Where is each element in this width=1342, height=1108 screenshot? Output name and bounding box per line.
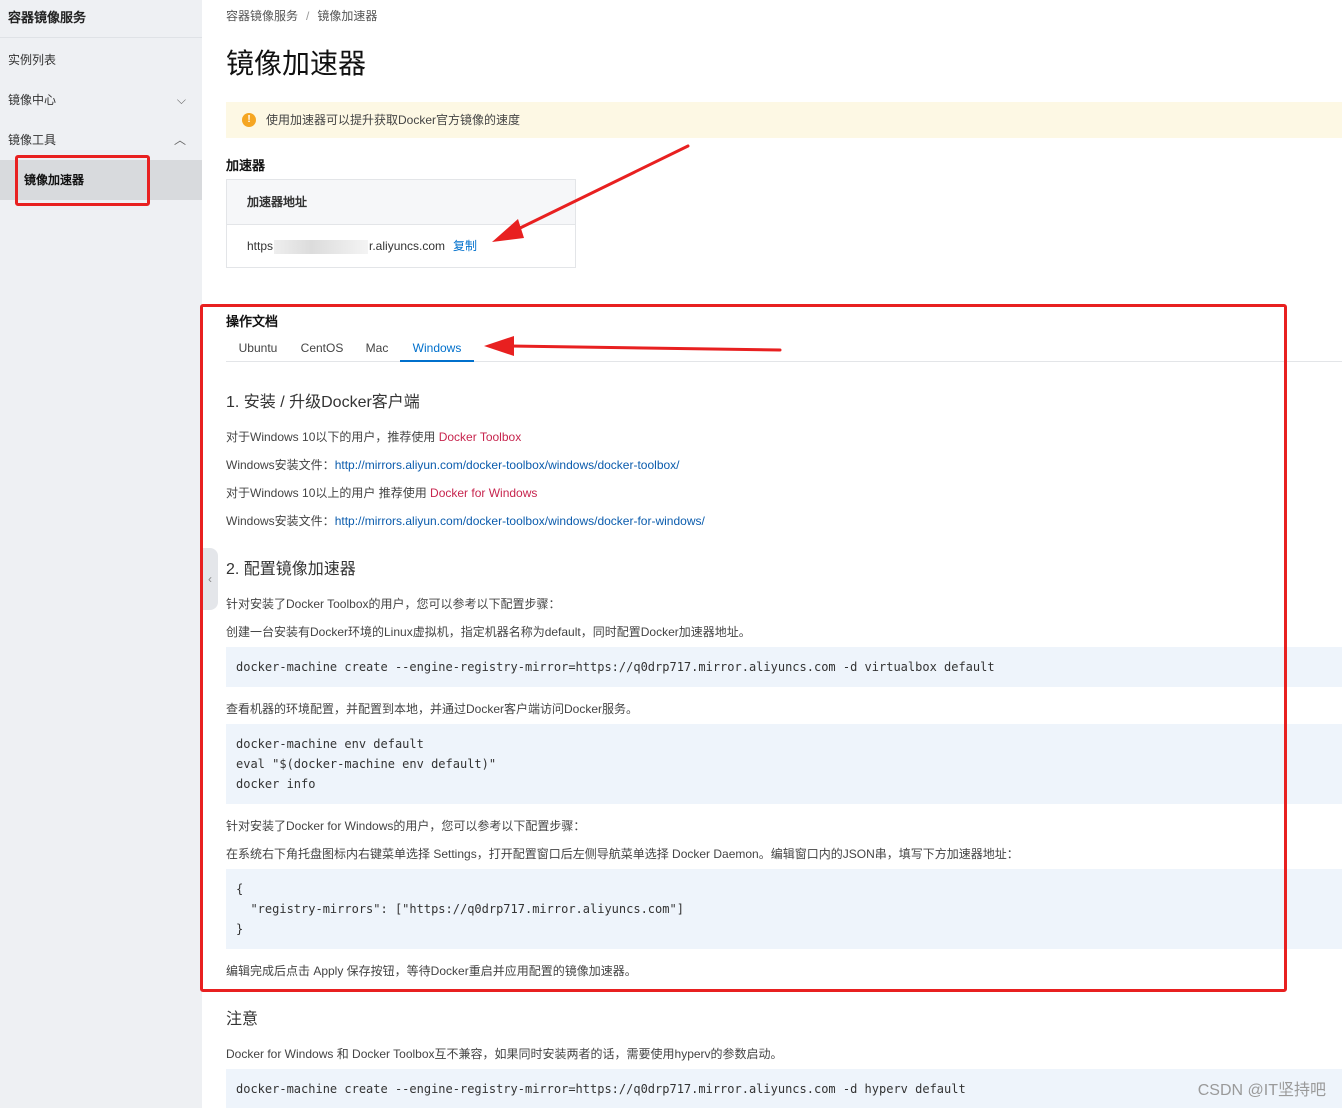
sidebar-item-label: 镜像中心: [8, 93, 57, 107]
accelerator-url-prefix: https: [247, 239, 274, 253]
tab-mac[interactable]: Mac: [354, 334, 400, 362]
step1-title: 1. 安装 / 升级Docker客户端: [226, 394, 420, 411]
docs-section-title: 操作文档: [226, 314, 279, 329]
sidebar-item-image-tools[interactable]: 镜像工具 ︿: [0, 120, 202, 160]
note-text: Docker for Windows 和 Docker Toolbox互不兼容，…: [226, 1047, 783, 1061]
note-title: 注意: [226, 1011, 259, 1028]
page-title: 镜像加速器: [226, 48, 367, 79]
toolbox-download-link[interactable]: http://mirrors.aliyun.com/docker-toolbox…: [335, 458, 680, 472]
tab-centos[interactable]: CentOS: [290, 334, 354, 362]
step2-title: 2. 配置镜像加速器: [226, 561, 356, 578]
copy-button[interactable]: 复制: [453, 239, 477, 253]
step2-p6: 编辑完成后点击 Apply 保存按钮，等待Docker重启并应用配置的镜像加速器…: [226, 964, 637, 978]
step2-p1: 针对安装了Docker Toolbox的用户，您可以参考以下配置步骤：: [226, 597, 561, 611]
accelerator-header: 加速器地址: [227, 180, 575, 225]
notice-banner: ! 使用加速器可以提升获取Docker官方镜像的速度: [226, 102, 1342, 138]
step1-line3: 对于Windows 10以上的用户 推荐使用 Docker for Window…: [226, 484, 537, 501]
step1-line4: Windows安装文件：http://mirrors.aliyun.com/do…: [226, 512, 705, 529]
accelerator-section-title: 加速器: [226, 158, 266, 173]
sidebar-title: 容器镜像服务: [0, 0, 202, 38]
code-block-json[interactable]: { "registry-mirrors": ["https://q0drp717…: [226, 869, 1342, 949]
sidebar-collapse-handle[interactable]: ‹: [202, 548, 218, 610]
step1-line2: Windows安装文件：http://mirrors.aliyun.com/do…: [226, 456, 680, 473]
tab-ubuntu[interactable]: Ubuntu: [226, 334, 290, 362]
breadcrumb: 容器镜像服务 / 镜像加速器: [226, 7, 377, 24]
chevron-down-icon[interactable]: ⌵: [177, 80, 186, 120]
os-tabs: Ubuntu CentOS Mac Windows: [226, 334, 1342, 362]
warning-icon: !: [242, 113, 256, 127]
step1-line1-text: 对于Windows 10以下的用户，推荐使用: [226, 430, 439, 444]
breadcrumb-current: 镜像加速器: [317, 9, 378, 23]
sidebar-item-image-center[interactable]: 镜像中心 ⌵: [0, 80, 202, 120]
accelerator-row: https r.aliyuncs.com 复制: [227, 225, 575, 268]
code-block-env[interactable]: docker-machine env default eval "$(docke…: [226, 724, 1342, 804]
code-block-create-vm[interactable]: docker-machine create --engine-registry-…: [226, 647, 1342, 687]
step1-line2-text: Windows安装文件：: [226, 458, 335, 472]
accelerator-table: 加速器地址 https r.aliyuncs.com 复制: [226, 179, 576, 268]
step2-p2: 创建一台安装有Docker环境的Linux虚拟机，指定机器名称为default，…: [226, 625, 751, 639]
breadcrumb-root[interactable]: 容器镜像服务: [226, 9, 298, 23]
sidebar-item-label: 镜像工具: [8, 133, 57, 147]
accelerator-url-suffix: r.aliyuncs.com: [369, 239, 446, 253]
sidebar-item-label: 实例列表: [8, 53, 57, 67]
step2-p3: 查看机器的环境配置，并配置到本地，并通过Docker客户端访问Docker服务。: [226, 702, 639, 716]
docker-for-windows-link[interactable]: Docker for Windows: [430, 486, 537, 500]
step2-p4: 针对安装了Docker for Windows的用户，您可以参考以下配置步骤：: [226, 819, 586, 833]
chevron-up-icon[interactable]: ︿: [174, 120, 186, 160]
step1-line3-text: 对于Windows 10以上的用户 推荐使用: [226, 486, 431, 500]
sidebar-item-label: 镜像加速器: [24, 173, 85, 187]
chevron-left-icon: ‹: [208, 572, 212, 586]
sidebar: 容器镜像服务 实例列表 镜像中心 ⌵ 镜像工具 ︿ 镜像加速器: [0, 0, 202, 1108]
step1-line4-text: Windows安装文件：: [226, 514, 335, 528]
step1-line1: 对于Windows 10以下的用户，推荐使用 Docker Toolbox: [226, 428, 521, 445]
tab-windows[interactable]: Windows: [400, 334, 474, 362]
watermark: CSDN @IT坚持吧: [1197, 1082, 1326, 1099]
sidebar-item-instance-list[interactable]: 实例列表: [0, 40, 202, 80]
step2-p5: 在系统右下角托盘图标内右键菜单选择 Settings，打开配置窗口后左侧导航菜单…: [226, 847, 1019, 861]
breadcrumb-separator: /: [306, 9, 310, 23]
redacted-url-blur: [274, 239, 369, 254]
windows-download-link[interactable]: http://mirrors.aliyun.com/docker-toolbox…: [335, 514, 705, 528]
notice-text: 使用加速器可以提升获取Docker官方镜像的速度: [266, 113, 521, 127]
docker-toolbox-link[interactable]: Docker Toolbox: [439, 430, 522, 444]
code-block-hyperv[interactable]: docker-machine create --engine-registry-…: [226, 1069, 1342, 1108]
sidebar-item-image-accelerator[interactable]: 镜像加速器: [0, 160, 202, 200]
